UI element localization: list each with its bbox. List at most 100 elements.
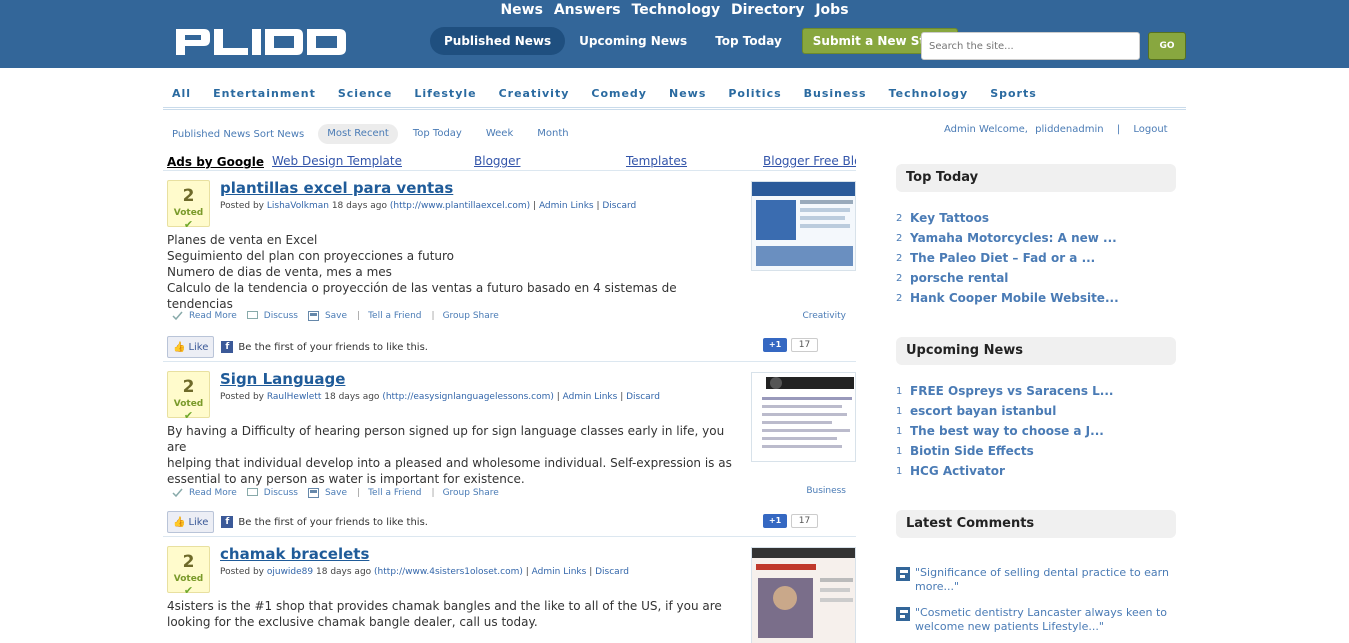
toplink-directory[interactable]: Directory <box>731 2 804 18</box>
list-item[interactable]: 1 Biotin Side Effects <box>896 441 1176 461</box>
sort-month[interactable]: Month <box>528 124 577 144</box>
ad-link-2[interactable]: Blogger <box>474 154 520 168</box>
comment-item[interactable]: "Significance of selling dental practice… <box>896 566 1176 594</box>
category-technology[interactable]: Technology <box>889 87 969 100</box>
list-item[interactable]: 1 The best way to choose a J... <box>896 421 1176 441</box>
plus-one-count: 17 <box>791 338 818 352</box>
comment-icon <box>896 607 910 621</box>
story-thumbnail[interactable] <box>751 372 856 462</box>
discuss-link[interactable]: Discuss <box>246 488 298 498</box>
category-business[interactable]: Business <box>804 87 867 100</box>
sort-top-today[interactable]: Top Today <box>404 124 471 144</box>
plidd-logo[interactable] <box>176 29 346 55</box>
check-icon: ✔ <box>183 218 194 231</box>
list-item[interactable]: 2 Yamaha Motorcycles: A new ... <box>896 228 1176 248</box>
category-sports[interactable]: Sports <box>990 87 1037 100</box>
like-button[interactable]: 👍 Like <box>167 336 215 358</box>
sort-week[interactable]: Week <box>477 124 522 144</box>
category-entertainment[interactable]: Entertainment <box>213 87 316 100</box>
tab-published-news[interactable]: Published News <box>430 27 566 55</box>
check-icon <box>172 311 183 321</box>
plus-one-button[interactable]: +1 <box>763 338 787 352</box>
discuss-link[interactable]: Discuss <box>246 311 298 321</box>
admin-links[interactable]: Admin Links <box>532 567 587 577</box>
save-icon <box>307 488 319 498</box>
comment-text: "Cosmetic dentistry Lancaster always kee… <box>915 606 1168 633</box>
search-input[interactable] <box>921 32 1140 60</box>
story-title[interactable]: plantillas excel para ventas <box>220 179 453 197</box>
story-body: By having a Difficulty of hearing person… <box>167 423 742 487</box>
tab-upcoming-news[interactable]: Upcoming News <box>565 27 701 55</box>
story-category[interactable]: Creativity <box>802 311 846 321</box>
story-author[interactable]: RaulHewlett <box>267 392 322 402</box>
check-icon: ✔ <box>183 409 194 422</box>
save-link[interactable]: Save <box>307 488 347 498</box>
story-author[interactable]: ojuwide89 <box>267 567 313 577</box>
category-all[interactable]: All <box>172 87 191 100</box>
comment-text: "Significance of selling dental practice… <box>915 566 1169 593</box>
category-comedy[interactable]: Comedy <box>591 87 647 100</box>
story-meta: Posted by RaulHewlett 18 days ago (http:… <box>220 392 660 402</box>
story-thumbnail[interactable] <box>751 547 856 643</box>
list-item[interactable]: 2 The Paleo Diet – Fad or a ... <box>896 248 1176 268</box>
toplink-answers[interactable]: Answers <box>554 2 621 18</box>
story-author[interactable]: LishaVolkman <box>267 201 329 211</box>
vote-box[interactable]: 2 Voted ✔ <box>167 371 210 422</box>
list-item[interactable]: 2 porsche rental <box>896 268 1176 288</box>
sort-most-recent[interactable]: Most Recent <box>318 124 398 144</box>
ads-by-google-label[interactable]: Ads by Google <box>167 155 264 169</box>
plus-one-count: 17 <box>791 514 818 528</box>
read-more-link[interactable]: Read More <box>172 488 237 498</box>
tab-top-today[interactable]: Top Today <box>701 27 796 55</box>
admin-links[interactable]: Admin Links <box>539 201 594 211</box>
list-item[interactable]: 2 Key Tattoos <box>896 208 1176 228</box>
story-thumbnail[interactable] <box>751 181 856 271</box>
toplink-jobs[interactable]: Jobs <box>815 2 848 18</box>
ad-link-3[interactable]: Templates <box>626 154 687 168</box>
tell-friend-link[interactable]: Tell a Friend <box>368 311 421 321</box>
story-title[interactable]: chamak bracelets <box>220 545 369 563</box>
fb-like-text: Be the first of your friends to like thi… <box>238 341 428 353</box>
admin-username[interactable]: pliddenadmin <box>1035 124 1103 135</box>
discard-link[interactable]: Discard <box>626 392 660 402</box>
list-item[interactable]: 2 Hank Cooper Mobile Website... <box>896 288 1176 308</box>
story-title[interactable]: Sign Language <box>220 370 345 388</box>
save-link[interactable]: Save <box>307 311 347 321</box>
discard-link[interactable]: Discard <box>602 201 636 211</box>
category-creativity[interactable]: Creativity <box>499 87 570 100</box>
category-lifestyle[interactable]: Lifestyle <box>414 87 476 100</box>
group-share-link[interactable]: Group Share <box>443 488 499 498</box>
story-category[interactable]: Business <box>806 486 846 496</box>
toplink-news[interactable]: News <box>500 2 542 18</box>
comment-icon <box>246 311 258 319</box>
category-news[interactable]: News <box>669 87 706 100</box>
toplink-technology[interactable]: Technology <box>632 2 721 18</box>
story-url[interactable]: (http://www.4sisters1oloset.com) <box>374 567 523 577</box>
admin-links[interactable]: Admin Links <box>563 392 618 402</box>
read-more-link[interactable]: Read More <box>172 311 237 321</box>
posted-by-label: Posted by <box>220 567 264 577</box>
vote-box[interactable]: 2 Voted ✔ <box>167 180 210 231</box>
sort-bar: Published News Sort News Most Recent Top… <box>163 124 584 144</box>
story-actions: Read More Discuss Save | Tell a Friend |… <box>172 311 509 321</box>
plus-one-button[interactable]: +1 <box>763 514 787 528</box>
posted-by-label: Posted by <box>220 201 264 211</box>
ad-link-1[interactable]: Web Design Template <box>272 154 402 168</box>
like-button[interactable]: 👍 Like <box>167 511 215 533</box>
discard-link[interactable]: Discard <box>595 567 629 577</box>
list-item[interactable]: 1 FREE Ospreys vs Saracens L... <box>896 381 1176 401</box>
logout-link[interactable]: Logout <box>1133 124 1167 135</box>
list-item[interactable]: 1 HCG Activator <box>896 461 1176 481</box>
vote-box[interactable]: 2 Voted ✔ <box>167 546 210 597</box>
ad-link-4[interactable]: Blogger Free Blo <box>763 154 856 168</box>
comment-item[interactable]: "Cosmetic dentistry Lancaster always kee… <box>896 606 1176 634</box>
list-item[interactable]: 1 escort bayan istanbul <box>896 401 1176 421</box>
group-share-link[interactable]: Group Share <box>443 311 499 321</box>
story-url[interactable]: (http://easysignlanguagelessons.com) <box>382 392 554 402</box>
category-science[interactable]: Science <box>338 87 393 100</box>
facebook-like-row: 👍 Like f Be the first of your friends to … <box>167 335 428 359</box>
search-go-button[interactable]: GO <box>1148 32 1186 60</box>
category-politics[interactable]: Politics <box>728 87 781 100</box>
tell-friend-link[interactable]: Tell a Friend <box>368 488 421 498</box>
story-url[interactable]: (http://www.plantillaexcel.com) <box>390 201 530 211</box>
